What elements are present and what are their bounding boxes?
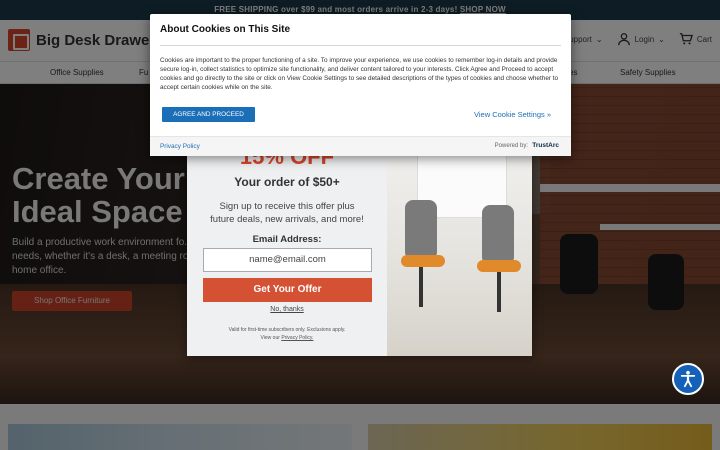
fine-print-view: View our	[260, 335, 280, 341]
fine-print-text: Valid for first-time subscribers only. E…	[228, 327, 346, 333]
email-label: Email Address:	[252, 234, 322, 245]
page: FREE SHIPPING over $99 and most orders a…	[0, 0, 720, 450]
chair-stem-image	[419, 267, 423, 307]
chair-stem-image	[497, 272, 501, 312]
cookie-dialog-title: About Cookies on This Site	[160, 24, 291, 35]
cookie-dialog-footer: Privacy Policy Powered by: TrustArc	[150, 136, 571, 156]
order-threshold: Your order of $50+	[234, 175, 340, 189]
email-input[interactable]: name@email.com	[203, 248, 372, 272]
trustarc-logo[interactable]: TrustArc	[532, 142, 559, 149]
no-thanks-link[interactable]: No, thanks	[187, 306, 387, 313]
cookie-dialog-body: Cookies are important to the proper func…	[160, 57, 559, 91]
chair-back-image	[405, 200, 437, 260]
office-chair-photo	[387, 130, 532, 356]
agree-and-proceed-button[interactable]: AGREE AND PROCEED	[162, 107, 255, 122]
powered-by-label: Powered by:	[494, 143, 528, 149]
privacy-policy-link[interactable]: Privacy Policy	[160, 143, 200, 150]
chair-seat-image	[401, 255, 445, 267]
divider	[160, 45, 561, 46]
view-cookie-settings-link[interactable]: View Cookie Settings »	[474, 110, 551, 119]
cookie-dialog: About Cookies on This Site Cookies are i…	[150, 14, 571, 156]
chair-back-image	[482, 205, 514, 265]
signup-form-panel: 15% OFF Your order of $50+ Sign up to re…	[187, 130, 387, 356]
email-signup-modal: 15% OFF Your order of $50+ Sign up to re…	[187, 130, 532, 356]
chair-seat-image	[477, 260, 521, 272]
accessibility-icon	[680, 370, 696, 388]
privacy-policy-link[interactable]: Privacy Policy.	[281, 335, 313, 341]
fine-print: Valid for first-time subscribers only. E…	[217, 326, 357, 342]
accessibility-button[interactable]	[672, 363, 704, 395]
get-offer-button[interactable]: Get Your Offer	[203, 278, 372, 302]
signup-description: Sign up to receive this offer plus futur…	[210, 201, 364, 225]
